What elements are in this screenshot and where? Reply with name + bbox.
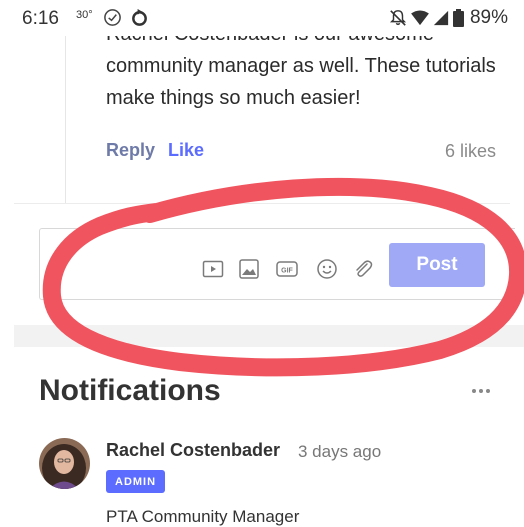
check-circle-icon [104,9,121,26]
image-icon[interactable] [238,258,260,280]
wifi-icon [411,10,429,26]
reply-button[interactable]: Reply [106,140,155,161]
post-button[interactable]: Post [389,243,485,287]
section-separator [14,325,524,347]
emoji-icon[interactable] [316,258,338,280]
battery-icon [452,9,464,27]
gif-icon[interactable]: GIF [276,258,298,280]
notifications-heading: Notifications [39,374,221,407]
mute-bell-icon [389,10,407,26]
svg-text:GIF: GIF [281,268,293,275]
like-button[interactable]: Like [168,140,204,161]
status-bar: 6:16 30° 89% [0,0,524,36]
avatar[interactable] [39,438,90,489]
admin-badge: ADMIN [106,470,166,493]
author-name[interactable]: Rachel Costenbader [106,440,280,461]
author-role: PTA Community Manager [106,507,300,526]
battery-percent: 89% [469,7,508,28]
status-temperature: 30° [76,9,93,21]
post-time: 3 days ago [298,442,382,461]
status-indicators: 89% [389,7,508,29]
attachment-icon[interactable] [352,258,374,280]
thread-line [65,36,66,204]
avatar-image [39,438,90,489]
likes-count: 6 likes [444,141,496,161]
more-options-icon[interactable] [470,385,492,397]
status-time: 6:16 [22,8,59,29]
divider [14,203,510,204]
signal-icon [433,10,449,26]
video-icon[interactable] [202,258,224,280]
sync-icon [132,8,147,26]
